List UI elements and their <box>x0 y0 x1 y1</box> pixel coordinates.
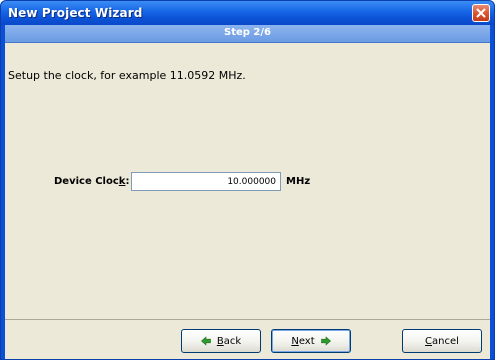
next-button[interactable]: Next <box>271 329 351 353</box>
device-clock-label-suffix: : <box>125 176 130 187</box>
next-button-label-rest: ext <box>298 335 315 347</box>
wizard-window: New Project Wizard Step 2/6 Setup the cl… <box>0 0 495 360</box>
back-button[interactable]: Back <box>181 329 261 353</box>
wizard-footer: Back Next Cancel <box>5 319 490 359</box>
close-button[interactable] <box>472 4 490 22</box>
device-clock-input[interactable] <box>131 172 281 191</box>
step-indicator: Step 2/6 <box>224 27 271 38</box>
cancel-button-label-rest: ancel <box>432 335 459 347</box>
device-clock-label-prefix: Device Cloc <box>54 176 119 187</box>
window-title: New Project Wizard <box>8 6 143 20</box>
cancel-button[interactable]: Cancel <box>402 329 482 353</box>
next-arrow-icon <box>320 336 331 346</box>
clock-unit-label: MHz <box>286 176 311 187</box>
back-button-label: Back <box>217 336 241 347</box>
back-arrow-icon <box>200 336 211 346</box>
back-button-label-rest: ack <box>223 335 242 347</box>
next-button-mnemonic: N <box>291 335 299 347</box>
cancel-button-label: Cancel <box>425 336 459 347</box>
title-bar[interactable]: New Project Wizard <box>1 1 494 25</box>
step-header: Step 2/6 <box>5 25 490 43</box>
device-clock-label: Device Clock: <box>54 176 129 187</box>
wizard-content: Setup the clock, for example 11.0592 MHz… <box>5 43 490 319</box>
instruction-text: Setup the clock, for example 11.0592 MHz… <box>8 69 246 82</box>
back-button-mnemonic: B <box>216 335 224 347</box>
next-button-label: Next <box>291 336 314 347</box>
close-icon <box>476 8 486 18</box>
cancel-button-mnemonic: C <box>425 335 433 347</box>
